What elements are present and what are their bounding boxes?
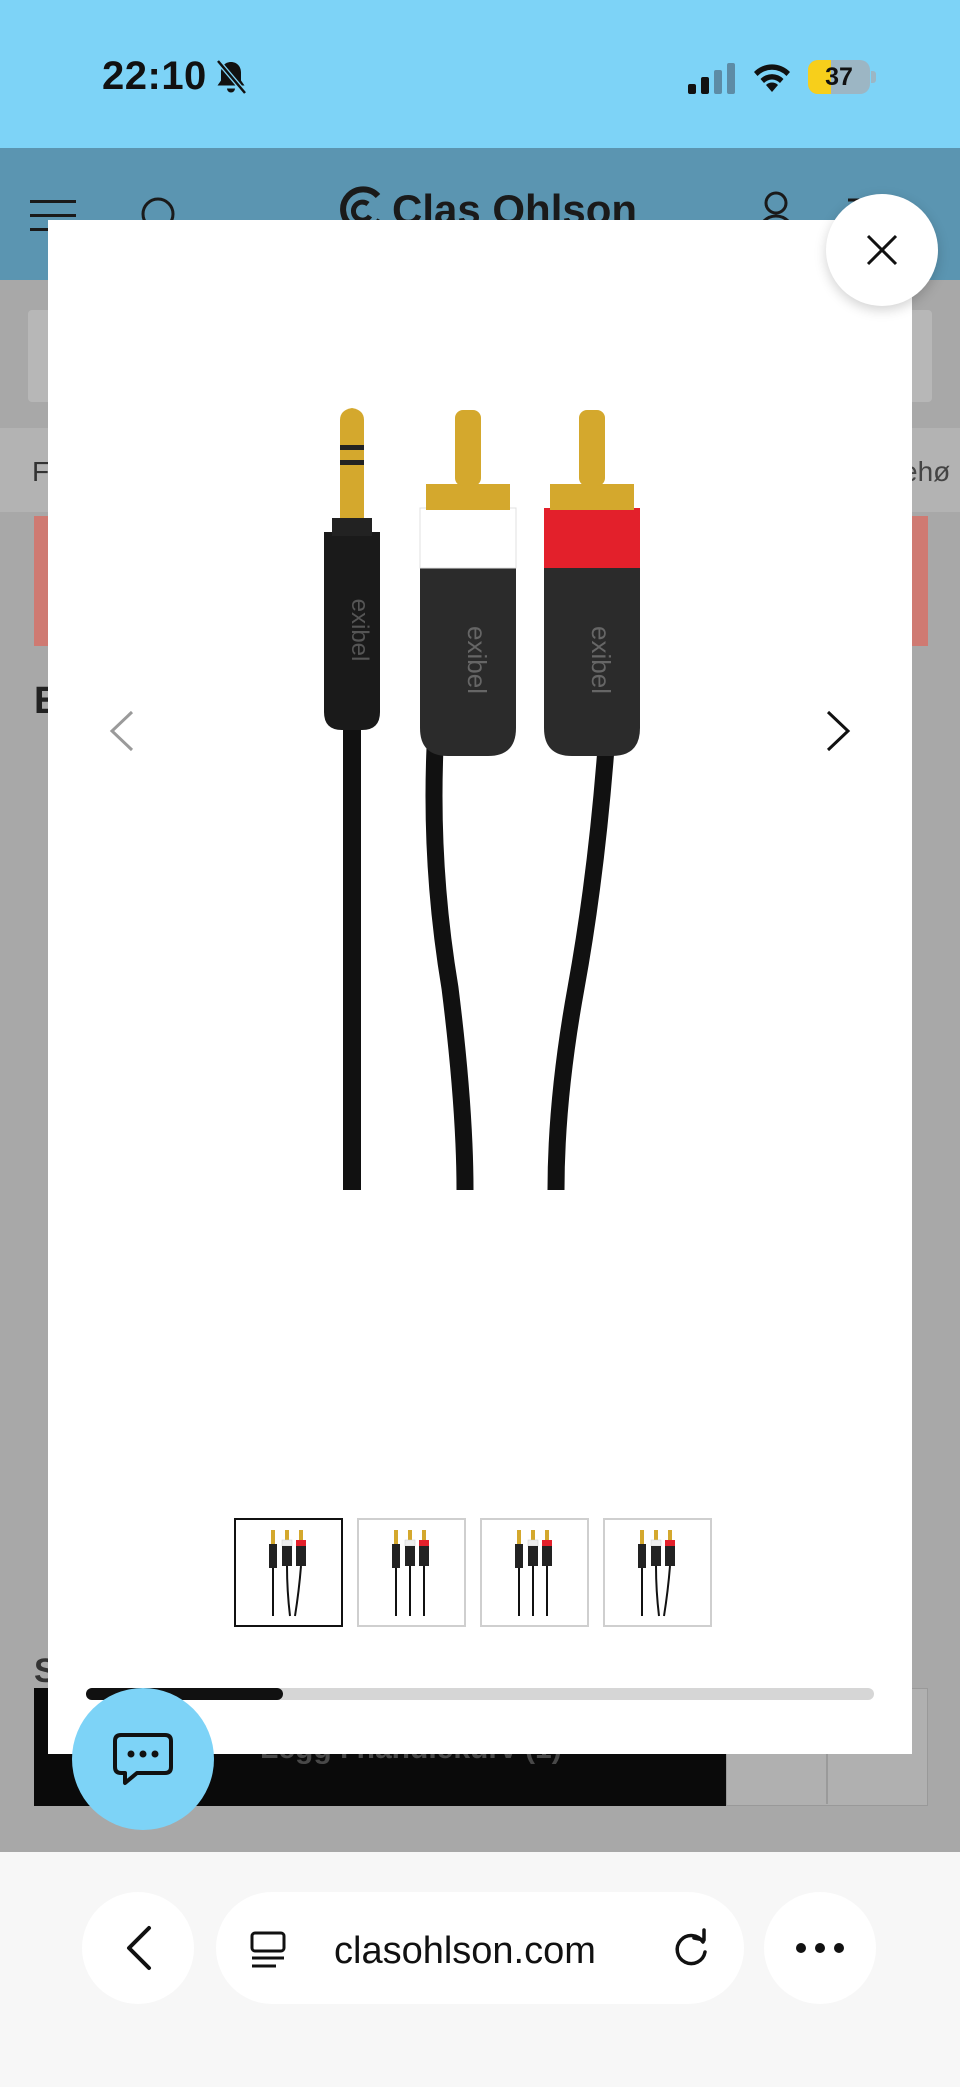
status-bar: 22:10 37	[0, 0, 960, 148]
svg-text:exibel: exibel	[462, 626, 492, 694]
nav-item-fragment-left: F	[32, 456, 50, 487]
chevron-left-icon[interactable]	[104, 706, 138, 756]
gallery-scroll-progress	[86, 1688, 874, 1700]
reader-icon[interactable]	[248, 1930, 288, 1970]
url-text: clasohlson.com	[334, 1930, 596, 1972]
more-button[interactable]	[764, 1892, 876, 2004]
battery-level: 37	[825, 63, 853, 91]
cable-thumbnail-icon	[391, 1529, 429, 1616]
status-time: 22:10	[102, 54, 207, 98]
bell-slash-icon	[216, 59, 247, 95]
address-bar[interactable]: clasohlson.com	[216, 1892, 744, 2004]
reload-icon[interactable]	[670, 1928, 712, 1970]
close-button[interactable]	[826, 194, 938, 306]
wifi-icon	[754, 64, 790, 92]
back-icon	[127, 1926, 151, 1970]
thumbnail-3[interactable]	[480, 1518, 589, 1627]
product-image[interactable]: exibel exibel exibel	[310, 400, 650, 1190]
cable-thumbnail-icon	[268, 1529, 306, 1616]
chat-icon	[113, 1733, 173, 1785]
close-icon	[866, 234, 898, 266]
cable-thumbnail-icon	[637, 1529, 675, 1616]
svg-text:exibel: exibel	[586, 626, 616, 694]
cellular-signal-icon	[688, 63, 735, 94]
thumbnail-1[interactable]	[234, 1518, 343, 1627]
thumbnail-4[interactable]	[603, 1518, 712, 1627]
thumbnail-strip	[234, 1518, 712, 1627]
chevron-right-icon[interactable]	[822, 706, 856, 756]
battery-icon: 37	[808, 60, 876, 94]
svg-text:exibel: exibel	[346, 599, 373, 662]
back-button[interactable]	[82, 1892, 194, 2004]
cable-thumbnail-icon	[514, 1529, 552, 1616]
thumbnail-2[interactable]	[357, 1518, 466, 1627]
chat-button[interactable]	[72, 1688, 214, 1830]
more-icon	[796, 1943, 844, 1953]
